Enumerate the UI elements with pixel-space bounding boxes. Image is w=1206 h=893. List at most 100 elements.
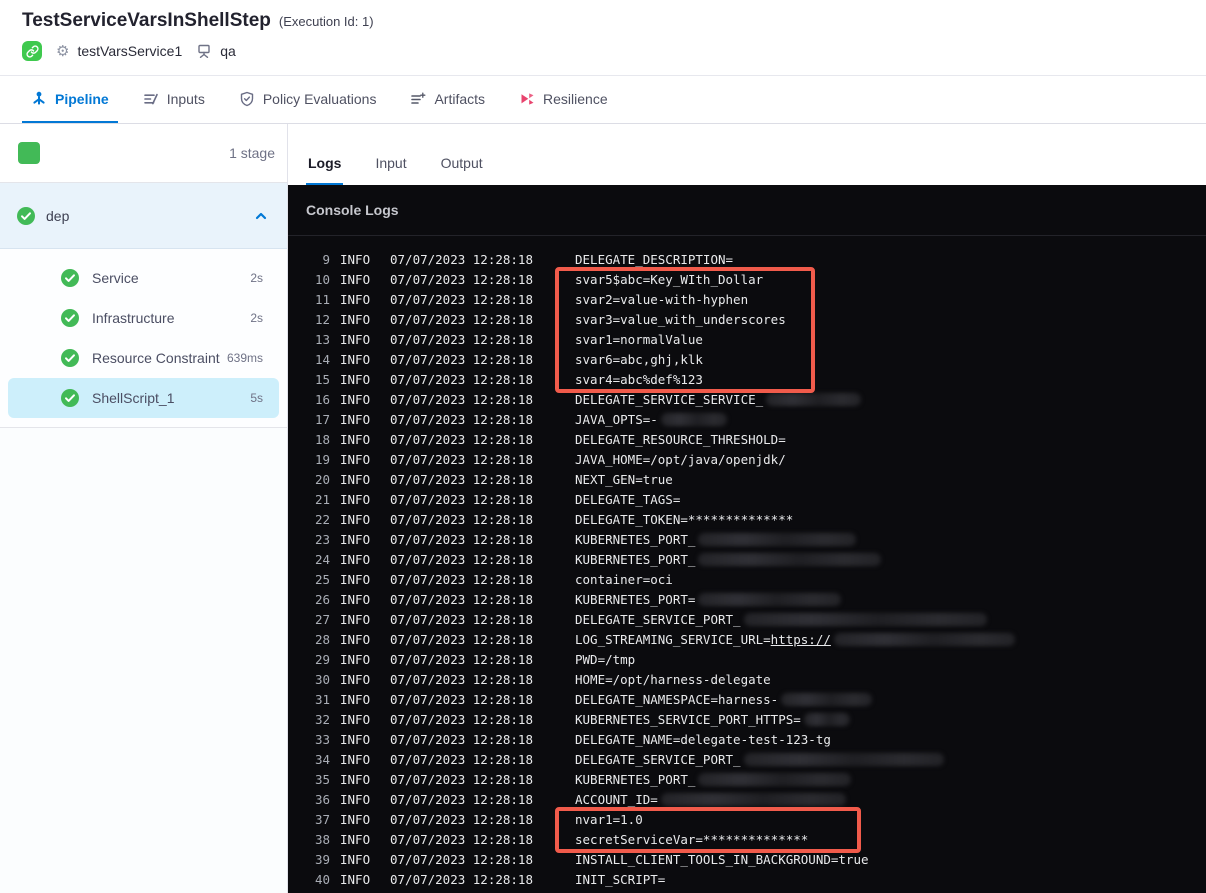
inputs-icon [143,91,159,107]
log-line: 26 INFO 07/07/2023 12:28:18 KUBERNETES_PORT… [288,590,1206,610]
log-timestamp: 07/07/2023 12:28:18 [390,512,533,527]
log-message: NEXT_GEN=true [575,472,673,487]
log-level: INFO [340,772,371,787]
log-timestamp: 07/07/2023 12:28:18 [390,332,533,347]
log-timestamp: 07/07/2023 12:28:18 [390,392,533,407]
log-timestamp: 07/07/2023 12:28:18 [390,272,533,287]
log-level: INFO [340,592,371,607]
step-duration: 2s [250,311,263,325]
chevron-up-icon[interactable] [253,208,269,224]
log-line-number: 20 [314,472,330,487]
log-line: 40 INFO 07/07/2023 12:28:18 INIT_SCRIPT= [288,870,1206,890]
log-line: 37 INFO 07/07/2023 12:28:18 nvar1=1.0 [288,810,1206,830]
log-timestamp: 07/07/2023 12:28:18 [390,812,533,827]
log-timestamp: 07/07/2023 12:28:18 [390,652,533,667]
tab-inputs[interactable]: Inputs [134,76,214,123]
step-row-service[interactable]: Service 2s [8,258,279,298]
log-line-number: 29 [314,652,330,667]
log-level: INFO [340,832,371,847]
log-message: KUBERNETES_PORT_ [575,532,696,547]
log-message: KUBERNETES_PORT_ [575,772,696,787]
redacted-value [833,633,1015,646]
log-level: INFO [340,452,371,467]
shield-check-icon [239,91,255,107]
log-message: container=oci [575,572,673,587]
execution-id: (Execution Id: 1) [278,14,374,29]
log-line: 21 INFO 07/07/2023 12:28:18 DELEGATE_TAGS= [288,490,1206,510]
tab-pipeline[interactable]: Pipeline [22,76,118,123]
tab-output[interactable]: Output [439,155,485,185]
step-list: Service 2s Infrastructure 2s Resource Constr… [0,249,287,428]
log-timestamp: 07/07/2023 12:28:18 [390,472,533,487]
log-timestamp: 07/07/2023 12:28:18 [390,352,533,367]
page-header: TestServiceVarsInShellStep (Execution Id… [0,0,1206,76]
service-link-icon [22,41,42,61]
log-message: DELEGATE_SERVICE_PORT_ [575,612,741,627]
log-line: 17 INFO 07/07/2023 12:28:18 JAVA_OPTS=- [288,410,1206,430]
log-line: 18 INFO 07/07/2023 12:28:18 DELEGATE_RESOUR… [288,430,1206,450]
log-message: DELEGATE_SERVICE_SERVICE_ [575,392,764,407]
tab-policy-evaluations[interactable]: Policy Evaluations [230,76,386,123]
log-line: 30 INFO 07/07/2023 12:28:18 HOME=/opt/harne… [288,670,1206,690]
step-success-icon [61,269,79,287]
log-message: JAVA_OPTS=- [575,412,658,427]
log-level: INFO [340,472,371,487]
log-line-number: 15 [314,372,330,387]
stage-group-dep[interactable]: dep [0,183,287,249]
redacted-value [781,693,873,706]
console-header[interactable]: Console Logs [288,185,1206,236]
service-name[interactable]: testVarsService1 [77,43,182,59]
log-line: 19 INFO 07/07/2023 12:28:18 JAVA_HOME=/opt/… [288,450,1206,470]
log-level: INFO [340,272,371,287]
log-level: INFO [340,312,371,327]
tab-resilience[interactable]: Resilience [510,76,617,123]
log-timestamp: 07/07/2023 12:28:18 [390,432,533,447]
log-message: ACCOUNT_ID= [575,792,658,807]
gear-icon: ⚙ [56,42,70,60]
log-timestamp: 07/07/2023 12:28:18 [390,792,533,807]
resilience-icon [519,91,535,107]
log-level: INFO [340,412,371,427]
log-timestamp: 07/07/2023 12:28:18 [390,692,533,707]
log-message: svar1=normalValue [575,332,703,347]
console-log-area[interactable]: 9 INFO 07/07/2023 12:28:18 DELEGATE_DESCRIP… [288,236,1206,893]
tab-logs[interactable]: Logs [306,155,344,185]
step-row-resource constraint[interactable]: Resource Constraint 639ms [8,338,279,378]
tab-artifacts[interactable]: Artifacts [401,76,494,123]
tab-input[interactable]: Input [373,155,408,185]
step-row-infrastructure[interactable]: Infrastructure 2s [8,298,279,338]
environment-name[interactable]: qa [220,43,236,59]
step-success-icon [61,389,79,407]
log-message: svar4=abc%def%123 [575,372,703,387]
redacted-value [698,773,852,786]
log-line-number: 31 [314,692,330,707]
tab-label: Resilience [543,90,608,107]
log-line-number: 14 [314,352,330,367]
log-timestamp: 07/07/2023 12:28:18 [390,772,533,787]
redacted-value [766,393,862,406]
log-line: 9 INFO 07/07/2023 12:28:18 DELEGATE_DESCRIP… [288,250,1206,270]
tab-label: Pipeline [55,90,109,107]
log-message: DELEGATE_TOKEN=************** [575,512,794,527]
log-level: INFO [340,712,371,727]
log-timestamp: 07/07/2023 12:28:18 [390,612,533,627]
log-level: INFO [340,792,371,807]
log-level: INFO [340,372,371,387]
log-level: INFO [340,572,371,587]
stage-success-icon [16,206,36,226]
log-link[interactable]: https:// [771,632,831,647]
log-timestamp: 07/07/2023 12:28:18 [390,492,533,507]
log-line: 36 INFO 07/07/2023 12:28:18 ACCOUNT_ID= [288,790,1206,810]
step-name: ShellScript_1 [92,390,175,406]
log-line: 33 INFO 07/07/2023 12:28:18 DELEGATE_NAME=d… [288,730,1206,750]
log-line: 31 INFO 07/07/2023 12:28:18 DELEGATE_NAMESP… [288,690,1206,710]
step-name: Service [92,270,139,286]
log-level: INFO [340,652,371,667]
log-timestamp: 07/07/2023 12:28:18 [390,832,533,847]
step-row-shellscript_1[interactable]: ShellScript_1 5s [8,378,279,418]
log-timestamp: 07/07/2023 12:28:18 [390,412,533,427]
log-line: 38 INFO 07/07/2023 12:28:18 secretServiceVa… [288,830,1206,850]
redacted-value [743,753,944,766]
log-line-number: 11 [314,292,330,307]
log-line-number: 16 [314,392,330,407]
